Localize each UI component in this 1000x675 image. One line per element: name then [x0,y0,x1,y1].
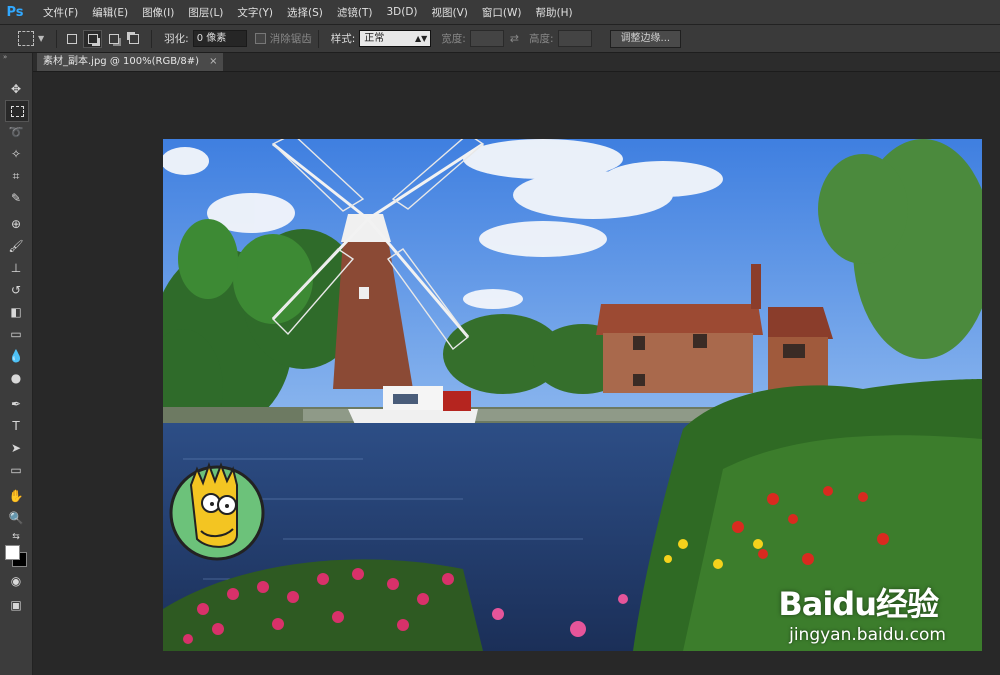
style-select[interactable]: 正常 ▲▼ [359,30,432,47]
type-tool-icon[interactable]: T [5,416,27,436]
move-tool-icon[interactable]: ✥ [5,79,27,99]
style-value: 正常 [364,33,385,44]
gradient-tool-icon[interactable]: ▭ [5,324,27,344]
width-label: 宽度: [441,33,466,45]
menu-layer[interactable]: 图层(L) [181,5,230,20]
history-brush-tool-icon[interactable]: ↺ [5,280,27,300]
spot-healing-brush-tool-icon[interactable]: ⊕ [5,214,27,234]
document-tab-strip: 素材_副本.jpg @ 100%(RGB/8#) × [33,53,1000,72]
height-input[interactable] [557,30,592,47]
options-bar: ▼ 羽化: 0 像素 消除锯齿 样式: 正常 ▲▼ 宽度: ⇄ 高度: 调整边缘… [0,25,1000,53]
style-label: 样式: [330,33,356,45]
menu-edit[interactable]: 编辑(E) [85,5,135,20]
tools-panel: » ✥ ➰ ✧ ⌗ ✎ ⊕ 🖌 ⊥ ↺ ◧ ▭ 💧 ● ✒ T ➤ ▭ ✋ 🔍 … [0,53,33,675]
menu-3d[interactable]: 3D(D) [379,6,424,18]
add-to-selection-button[interactable] [83,29,103,48]
menu-help[interactable]: 帮助(H) [529,5,580,20]
pen-tool-icon[interactable]: ✒ [5,394,27,414]
lasso-tool-icon[interactable]: ➰ [5,122,27,142]
screen-mode-icon[interactable]: ▣ [5,595,27,615]
foreground-color-swatch[interactable] [5,545,20,560]
hand-tool-icon[interactable]: ✋ [5,486,27,506]
antialias-label: 消除锯齿 [269,33,312,45]
chevron-down-icon: ▲▼ [414,34,428,43]
baidu-watermark-logo: Baidu经验 [778,585,939,623]
swap-icon[interactable]: ⇄ [510,32,519,45]
antialias-checkbox[interactable] [254,33,266,44]
document-tab[interactable]: 素材_副本.jpg @ 100%(RGB/8#) × [37,53,224,71]
zoom-tool-icon[interactable]: 🔍 [5,508,27,528]
brush-tool-icon[interactable]: 🖌 [5,236,27,256]
menu-image[interactable]: 图像(I) [135,5,181,20]
height-label: 高度: [529,33,554,45]
panel-collapse-icon[interactable]: » [0,53,32,61]
feather-input[interactable]: 0 像素 [192,30,247,47]
new-selection-button[interactable] [63,31,80,47]
menu-window[interactable]: 窗口(W) [475,5,529,20]
dodge-tool-icon[interactable]: ● [5,368,27,388]
document-image[interactable]: Baidu经验 jingyan.baidu.com [163,139,982,651]
swap-colors-icon[interactable]: ⇆ [5,527,27,547]
photoshop-logo: Ps [6,4,24,20]
chevron-down-icon[interactable]: ▼ [38,34,44,43]
menu-bar: Ps 文件(F) 编辑(E) 图像(I) 图层(L) 文字(Y) 选择(S) 滤… [0,0,1000,25]
subtract-from-selection-button[interactable] [105,31,122,47]
feather-label: 羽化: [164,33,189,45]
menu-file[interactable]: 文件(F) [36,5,85,20]
crop-tool-icon[interactable]: ⌗ [5,166,27,186]
document-tab-title: 素材_副本.jpg @ 100%(RGB/8#) [43,56,200,67]
intersect-selection-button[interactable] [125,31,142,47]
baidu-watermark-url: jingyan.baidu.com [789,625,946,645]
width-input[interactable] [469,30,504,47]
clone-stamp-tool-icon[interactable]: ⊥ [5,258,27,278]
close-icon[interactable]: × [209,53,217,71]
quick-mask-icon[interactable]: ◉ [5,571,27,591]
menu-filter[interactable]: 滤镜(T) [330,5,380,20]
menu-type[interactable]: 文字(Y) [230,5,280,20]
refine-edge-button[interactable]: 调整边缘... [609,29,682,48]
divider [56,29,58,48]
divider [317,29,319,48]
rectangle-tool-icon[interactable]: ▭ [5,460,27,480]
path-selection-tool-icon[interactable]: ➤ [5,438,27,458]
menu-select[interactable]: 选择(S) [280,5,330,20]
eyedropper-tool-icon[interactable]: ✎ [5,188,27,208]
eraser-tool-icon[interactable]: ◧ [5,302,27,322]
blur-tool-icon[interactable]: 💧 [5,346,27,366]
divider [151,29,153,48]
rectangular-marquee-tool-icon[interactable] [5,100,29,122]
menu-view[interactable]: 视图(V) [425,5,475,20]
canvas-area[interactable]: Baidu经验 jingyan.baidu.com [33,72,1000,675]
quick-selection-tool-icon[interactable]: ✧ [5,144,27,164]
marquee-preset-icon[interactable] [18,31,34,46]
